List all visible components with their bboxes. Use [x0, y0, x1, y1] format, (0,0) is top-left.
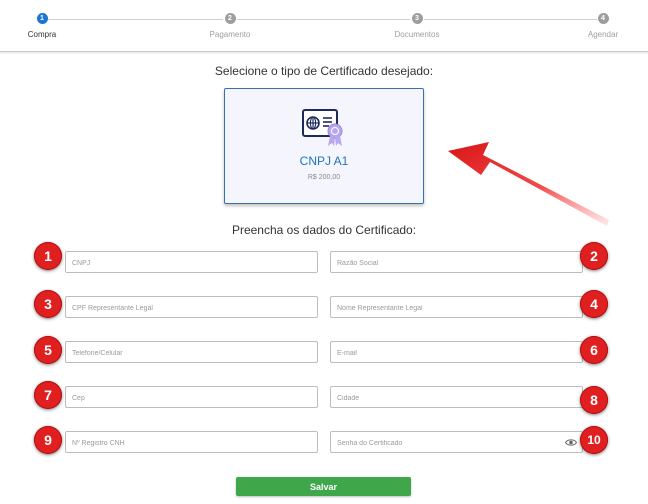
cidade-field[interactable]: [330, 386, 583, 409]
badge-6: 6: [580, 336, 608, 364]
form-heading: Preencha os dados do Certificado:: [231, 223, 417, 237]
razao-social-input[interactable]: [331, 253, 582, 274]
step-documentos[interactable]: 3 Documentos: [392, 13, 442, 39]
certificate-card-cnpj-a1[interactable]: CNPJ A1 R$ 200,00: [224, 88, 424, 204]
nome-representante-input[interactable]: [331, 298, 582, 319]
step-label: Documentos: [394, 30, 440, 39]
step-pagamento[interactable]: 2 Pagamento: [205, 13, 255, 39]
email-field[interactable]: [330, 341, 583, 364]
badge-2: 2: [580, 242, 608, 270]
senha-certificado-input[interactable]: [331, 433, 582, 454]
badge-10: 10: [580, 426, 608, 454]
telefone-field[interactable]: [65, 341, 318, 364]
razao-social-field[interactable]: [330, 251, 583, 274]
badge-1: 1: [34, 242, 62, 270]
step-compra[interactable]: 1 Compra: [22, 13, 62, 39]
cnpj-field[interactable]: [65, 251, 318, 274]
stepper-line-2: [237, 19, 410, 20]
save-button[interactable]: Salvar: [236, 477, 411, 496]
step-label: Pagamento: [209, 30, 251, 39]
certificate-card-title: CNPJ A1: [299, 154, 349, 168]
certificate-heading: Selecione o tipo de Certificado desejado…: [214, 64, 434, 78]
badge-8: 8: [580, 386, 608, 414]
step-number: 1: [36, 13, 48, 24]
badge-9: 9: [34, 426, 62, 454]
cep-input[interactable]: [66, 388, 317, 409]
step-label: Agendar: [587, 30, 619, 39]
cep-field[interactable]: [65, 386, 318, 409]
badge-7: 7: [34, 381, 62, 409]
badge-4: 4: [580, 290, 608, 318]
stepper-line-1: [48, 19, 223, 20]
eye-icon[interactable]: [565, 438, 577, 447]
nome-representante-field[interactable]: [330, 296, 583, 319]
stepper-line-3: [424, 19, 597, 20]
registro-cnh-field[interactable]: [65, 431, 318, 454]
certificate-icon: [302, 109, 343, 146]
certificate-card-price: R$ 200,00: [307, 174, 341, 181]
cpf-representante-input[interactable]: [66, 298, 317, 319]
step-number: 3: [411, 13, 423, 24]
email-input[interactable]: [331, 343, 582, 364]
badge-5: 5: [34, 336, 62, 364]
badge-3: 3: [34, 290, 62, 318]
step-agendar[interactable]: 4 Agendar: [583, 13, 623, 39]
step-number: 4: [597, 13, 609, 24]
step-label: Compra: [27, 30, 57, 39]
cidade-input[interactable]: [331, 388, 582, 409]
stepper: 1 Compra 2 Pagamento 3 Documentos 4 Agen…: [0, 0, 648, 52]
step-number: 2: [224, 13, 236, 24]
cnpj-input[interactable]: [66, 253, 317, 274]
registro-cnh-input[interactable]: [66, 433, 317, 454]
telefone-input[interactable]: [66, 343, 317, 364]
cpf-representante-field[interactable]: [65, 296, 318, 319]
senha-certificado-field[interactable]: [330, 431, 583, 454]
